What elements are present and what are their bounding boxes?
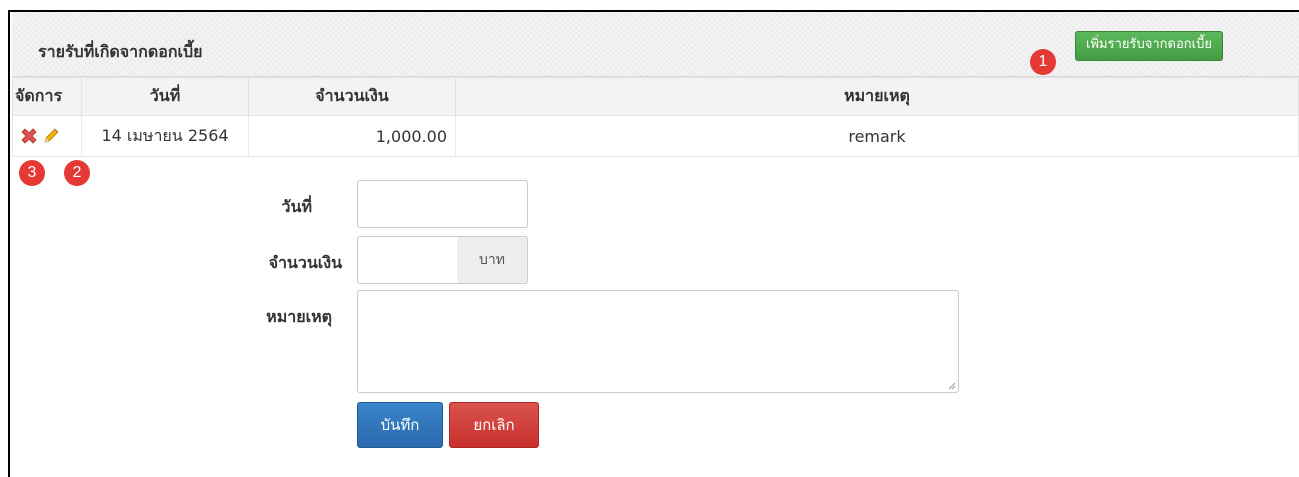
resize-handle-icon[interactable] xyxy=(948,382,956,390)
annotation-badge-3: 3 xyxy=(19,160,45,186)
panel: รายรับที่เกิดจากดอกเบี้ย เพิ่มรายรับจากด… xyxy=(8,10,1299,477)
header-manage: จัดการ xyxy=(12,77,82,116)
header-remark: หมายเหตุ xyxy=(455,77,1299,116)
save-button[interactable]: บันทึก xyxy=(357,402,443,448)
annotation-badge-2: 2 xyxy=(64,160,90,186)
date-input[interactable] xyxy=(357,180,528,228)
panel-title: รายรับที่เกิดจากดอกเบี้ย xyxy=(38,42,203,61)
currency-addon: บาท xyxy=(457,236,528,284)
date-label: วันที่ xyxy=(281,197,312,216)
delete-icon[interactable] xyxy=(19,126,39,146)
amount-input[interactable] xyxy=(357,236,458,284)
income-table: จัดการ วันที่ จำนวนเงิน หมายเหตุ 14 เมษา… xyxy=(12,77,1299,157)
amount-label: จำนวนเงิน xyxy=(268,253,342,272)
panel-header: รายรับที่เกิดจากดอกเบี้ย เพิ่มรายรับจากด… xyxy=(12,12,1299,77)
edit-pencil-icon[interactable] xyxy=(41,126,61,146)
header-date: วันที่ xyxy=(81,77,249,116)
table-header-row: จัดการ วันที่ จำนวนเงิน หมายเหตุ xyxy=(12,77,1299,116)
row-remark: remark xyxy=(455,115,1299,157)
remark-label: หมายเหตุ xyxy=(266,307,332,326)
row-amount: 1,000.00 xyxy=(248,115,456,157)
annotation-badge-1: 1 xyxy=(1030,49,1056,75)
add-interest-income-button[interactable]: เพิ่มรายรับจากดอกเบี้ย xyxy=(1075,31,1223,61)
row-actions xyxy=(12,115,82,157)
header-amount: จำนวนเงิน xyxy=(248,77,456,116)
remark-textarea[interactable] xyxy=(357,290,959,393)
cancel-button[interactable]: ยกเลิก xyxy=(449,402,539,448)
table-row: 14 เมษายน 2564 1,000.00 remark xyxy=(12,115,1299,157)
row-date: 14 เมษายน 2564 xyxy=(81,115,249,157)
